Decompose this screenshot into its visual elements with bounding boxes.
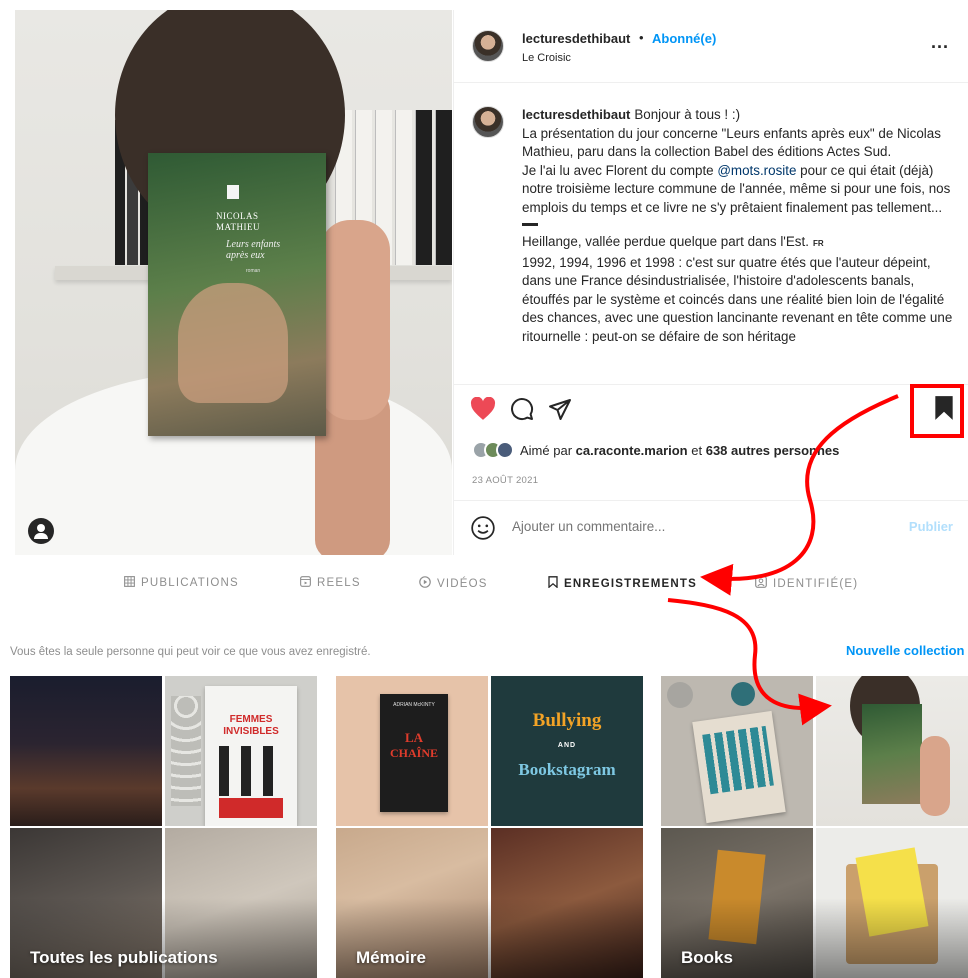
- person-hand: [320, 220, 390, 420]
- collection-tile: [10, 676, 162, 826]
- post-actions: Aimé par ca.raconte.marion et 638 autres…: [454, 384, 968, 555]
- share-icon[interactable]: [548, 397, 572, 426]
- play-circle-icon: [419, 576, 431, 591]
- tagged-user-icon: [755, 576, 767, 591]
- tab-tagged[interactable]: IDENTIFIÉ(E): [755, 576, 858, 591]
- tab-saved[interactable]: ENREGISTREMENTS: [548, 576, 697, 591]
- dash-emoji-icon: [522, 223, 538, 226]
- flag-fr: FR: [812, 239, 824, 248]
- caption-username[interactable]: lecturesdethibaut: [522, 107, 630, 122]
- screenshot-composite: NICOLAS MATHIEU Leurs enfants après eux …: [0, 0, 968, 978]
- caption-line: Heillange, vallée perdue quelque part da…: [522, 234, 809, 249]
- book-cover: NICOLAS MATHIEU Leurs enfants après eux …: [148, 153, 326, 436]
- cover-text: CHAÎNE: [389, 746, 438, 760]
- bookmark-highlight-box: [910, 384, 964, 438]
- decor-ball: [731, 682, 755, 706]
- new-collection-button[interactable]: Nouvelle collection: [846, 643, 964, 658]
- book-la-chaine: ADRIAN McKINTY LA CHAÎNE: [380, 694, 448, 812]
- pebbles: [171, 696, 201, 806]
- caption-line: La présentation du jour concerne "Leurs …: [522, 125, 941, 160]
- publisher-logo-icon: [227, 185, 239, 199]
- cover-text: AND: [557, 742, 577, 749]
- likes-middle: et: [687, 442, 706, 458]
- collection-tile: ADRIAN McKINTY LA CHAÎNE: [336, 676, 488, 826]
- collection-memoire[interactable]: ADRIAN McKINTY LA CHAÎNE Bullying AND Bo…: [336, 676, 643, 978]
- comment-icon[interactable]: [510, 397, 534, 426]
- cover-text: FEMMES: [229, 714, 273, 725]
- reels-icon: [300, 576, 311, 590]
- more-options-button[interactable]: ...: [931, 32, 949, 53]
- cover-text: Bookstagram: [518, 760, 616, 779]
- publish-button[interactable]: Publier: [909, 519, 953, 534]
- profile-tabs: PUBLICATIONS REELS VIDÉOS ENREGISTREMENT…: [0, 570, 968, 598]
- cover-illustration: [702, 725, 774, 795]
- liker-avatar: [496, 441, 514, 459]
- saved-privacy-note: Vous êtes la seule personne qui peut voi…: [10, 646, 371, 658]
- post-username[interactable]: lecturesdethibaut: [522, 31, 630, 46]
- post-sidebar: lecturesdethibaut • Abonné(e) Le Croisic…: [453, 10, 968, 555]
- grid-icon: [124, 576, 135, 590]
- caption-avatar[interactable]: [472, 106, 504, 138]
- collection-tile: [661, 676, 813, 826]
- tab-publications[interactable]: PUBLICATIONS: [124, 576, 239, 590]
- caption-line: Je l'ai lu avec Florent du compte: [522, 162, 718, 178]
- tab-label: REELS: [317, 577, 361, 589]
- book-cover: [692, 710, 786, 824]
- tab-videos[interactable]: VIDÉOS: [419, 576, 488, 591]
- post-photo[interactable]: NICOLAS MATHIEU Leurs enfants après eux …: [15, 10, 452, 555]
- tab-label: PUBLICATIONS: [141, 577, 239, 589]
- book-author: NICOLAS MATHIEU: [216, 211, 260, 232]
- post-date[interactable]: 23 AOÛT 2021: [472, 475, 538, 486]
- separator-dot: •: [639, 30, 644, 45]
- cover-author: ADRIAN McKINTY: [393, 702, 435, 708]
- book-title: Leurs enfants après eux: [226, 239, 281, 261]
- cover-band: [219, 798, 283, 818]
- collection-tile: [816, 676, 968, 826]
- cover-figures: [219, 746, 283, 796]
- tagged-user-icon[interactable]: [28, 518, 54, 544]
- post-caption: lecturesdethibaut Bonjour à tous ! :) La …: [454, 84, 968, 384]
- cover-text: INVISIBLES: [223, 726, 279, 737]
- tab-label: VIDÉOS: [437, 577, 488, 590]
- follow-button[interactable]: Abonné(e): [652, 31, 716, 46]
- likes-text: Aimé par ca.raconte.marion et 638 autres…: [520, 443, 839, 458]
- action-icons: [470, 396, 572, 426]
- cover-text: LA: [404, 730, 424, 745]
- decor-ball: [667, 682, 693, 708]
- collection-name: Toutes les publications: [30, 948, 218, 967]
- tab-label: ENREGISTREMENTS: [564, 577, 698, 590]
- likes-row: Aimé par ca.raconte.marion et 638 autres…: [472, 441, 839, 459]
- comment-row: Publier: [454, 500, 968, 556]
- person-hand: [920, 736, 950, 816]
- likes-prefix: Aimé par: [520, 442, 576, 458]
- book-cover-illustration: [178, 283, 288, 403]
- tab-reels[interactable]: REELS: [300, 576, 361, 590]
- collection-tile: FEMMES INVISIBLES: [165, 676, 317, 826]
- cover-text: Bullying: [532, 710, 602, 731]
- book-cover: [862, 704, 922, 804]
- post-header: lecturesdethibaut • Abonné(e) Le Croisic…: [454, 10, 968, 83]
- avatar[interactable]: [472, 30, 504, 62]
- book-femmes-invisibles: FEMMES INVISIBLES: [205, 686, 297, 826]
- tab-label: IDENTIFIÉ(E): [773, 577, 859, 590]
- collection-books[interactable]: Books: [661, 676, 968, 978]
- caption-line: 1992, 1994, 1996 et 1998 : c'est sur qua…: [522, 254, 953, 344]
- emoji-icon[interactable]: [470, 515, 496, 546]
- caption-line: Bonjour à tous ! :): [634, 107, 741, 122]
- collection-all-posts[interactable]: FEMMES INVISIBLES Toutes les publication…: [10, 676, 317, 978]
- collection-tile: Bullying AND Bookstagram: [491, 676, 643, 826]
- comment-input[interactable]: [512, 519, 812, 534]
- liker-username[interactable]: ca.raconte.marion: [576, 443, 688, 458]
- bookmark-icon: [548, 576, 558, 591]
- post-location[interactable]: Le Croisic: [522, 52, 571, 64]
- likes-count-link[interactable]: 638 autres personnes: [706, 443, 840, 458]
- collection-name: Books: [681, 948, 733, 967]
- caption-text: lecturesdethibaut Bonjour à tous ! :) La …: [522, 106, 954, 346]
- book-genre: roman: [246, 268, 261, 274]
- mention-link[interactable]: @mots.rosite: [717, 163, 796, 178]
- collection-name: Mémoire: [356, 948, 426, 967]
- instagram-post: NICOLAS MATHIEU Leurs enfants après eux …: [0, 10, 968, 555]
- heart-icon[interactable]: [470, 396, 496, 426]
